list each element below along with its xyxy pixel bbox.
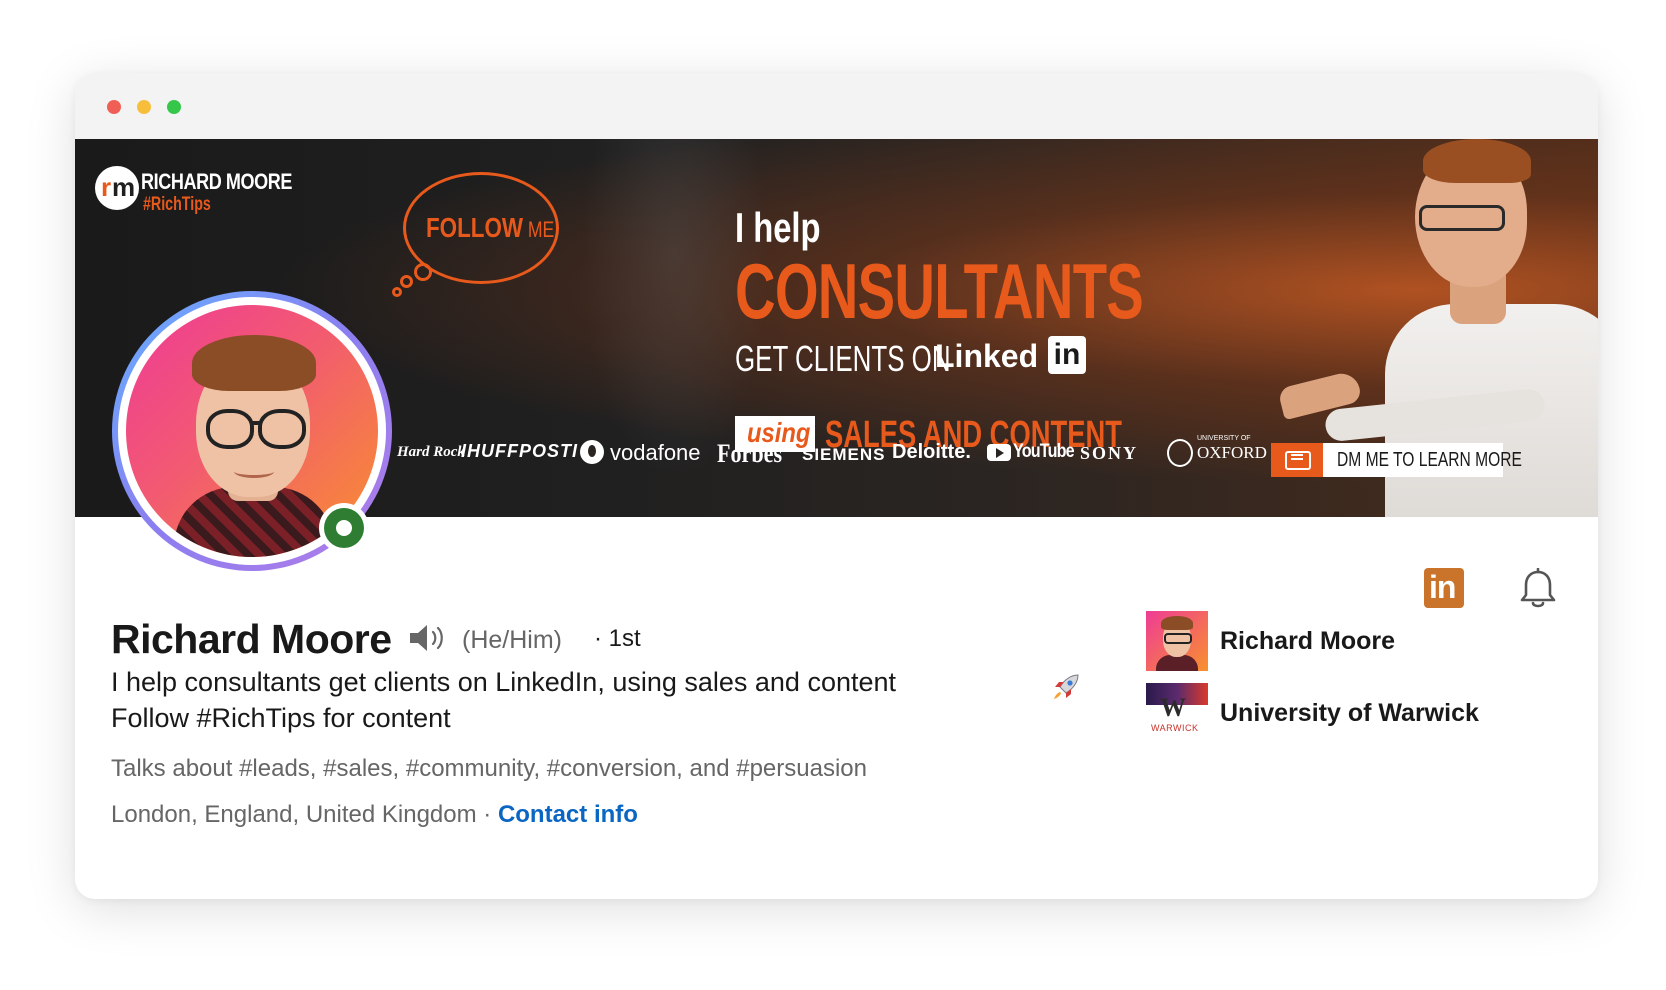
profile-headline-line1: I help consultants get clients on Linked… bbox=[111, 667, 897, 697]
banner-headline-intro: I help bbox=[735, 204, 821, 251]
talks-about: Talks about #leads, #sales, #community, … bbox=[111, 755, 867, 782]
vodafone-icon bbox=[580, 440, 604, 464]
side-item-current-company[interactable]: Richard Moore bbox=[1146, 611, 1526, 673]
deloitte-logo: Deloitte. bbox=[892, 441, 971, 463]
youtube-logo: YouTube bbox=[1013, 441, 1075, 462]
close-window-button[interactable] bbox=[107, 100, 121, 114]
forbes-logo: Forbes bbox=[717, 439, 783, 468]
bell-icon[interactable] bbox=[1518, 567, 1558, 610]
maximize-window-button[interactable] bbox=[167, 100, 181, 114]
dm-me-label: DM ME TO LEARN MORE bbox=[1337, 449, 1522, 471]
browser-window: rm RICHARD MOORE #RichTips FOLLOW ME I he… bbox=[75, 73, 1598, 899]
sony-logo: SONY bbox=[1080, 443, 1139, 463]
banner-linkedin-icon: in bbox=[1048, 336, 1086, 374]
rm-logo-icon: rm bbox=[95, 166, 139, 210]
profile-location: London, England, United Kingdom bbox=[111, 801, 477, 828]
siemens-logo: SIEMENS bbox=[802, 445, 886, 464]
speaker-icon[interactable] bbox=[408, 623, 450, 653]
banner-brand-tag: #RichTips bbox=[143, 194, 211, 215]
online-status-icon bbox=[319, 503, 369, 553]
bubble-tail-dot bbox=[400, 275, 413, 288]
banner-headline-main: CONSULTANTS bbox=[735, 247, 1144, 335]
oxford-university-of: UNIVERSITY OF bbox=[1197, 435, 1251, 442]
warwick-logo: W WARWICK bbox=[1146, 683, 1208, 743]
profile-name: Richard Moore bbox=[111, 616, 392, 662]
company-logo bbox=[1146, 611, 1208, 671]
location-row: London, England, United Kingdom · Contac… bbox=[111, 801, 638, 829]
vodafone-logo: vodafone bbox=[610, 440, 701, 465]
connection-degree: · 1st bbox=[594, 625, 641, 652]
rocket-icon bbox=[1051, 673, 1081, 701]
oxford-logo: OXFORD bbox=[1197, 443, 1267, 462]
window-titlebar bbox=[75, 73, 1598, 139]
minimize-window-button[interactable] bbox=[137, 100, 151, 114]
bubble-follow-text: FOLLOW bbox=[426, 212, 524, 243]
side-item-education[interactable]: W WARWICK University of Warwick bbox=[1146, 683, 1526, 745]
profile-headline-line2: Follow #RichTips for content bbox=[111, 703, 451, 733]
huffpost-logo: IHUFFPOSTI bbox=[461, 441, 578, 461]
oxford-crest-icon bbox=[1167, 439, 1193, 467]
youtube-icon bbox=[987, 444, 1011, 461]
bubble-me-text: ME bbox=[527, 217, 555, 242]
side-item-label: University of Warwick bbox=[1220, 699, 1479, 727]
location-separator: · bbox=[476, 801, 498, 828]
dm-me-button: DM ME TO LEARN MORE bbox=[1271, 443, 1522, 477]
banner-brand-name: RICHARD MOORE bbox=[141, 169, 293, 194]
banner-headline-get-clients: GET CLIENTS ON bbox=[735, 338, 951, 379]
side-item-label: Richard Moore bbox=[1220, 627, 1396, 655]
hardrock-logo: Hard Rock bbox=[397, 444, 465, 460]
linkedin-icon[interactable]: in bbox=[1424, 568, 1464, 608]
profile-pronouns: (He/Him) bbox=[462, 626, 562, 654]
linkedin-icon-text: in bbox=[1429, 569, 1456, 605]
warwick-logo-text: WARWICK bbox=[1151, 723, 1199, 733]
contact-info-link[interactable]: Contact info bbox=[498, 801, 638, 828]
bubble-tail-dot bbox=[414, 263, 432, 281]
bubble-tail-dot bbox=[392, 287, 402, 297]
banner-linkedin-word: Linked bbox=[935, 338, 1039, 374]
message-icon bbox=[1285, 451, 1311, 470]
